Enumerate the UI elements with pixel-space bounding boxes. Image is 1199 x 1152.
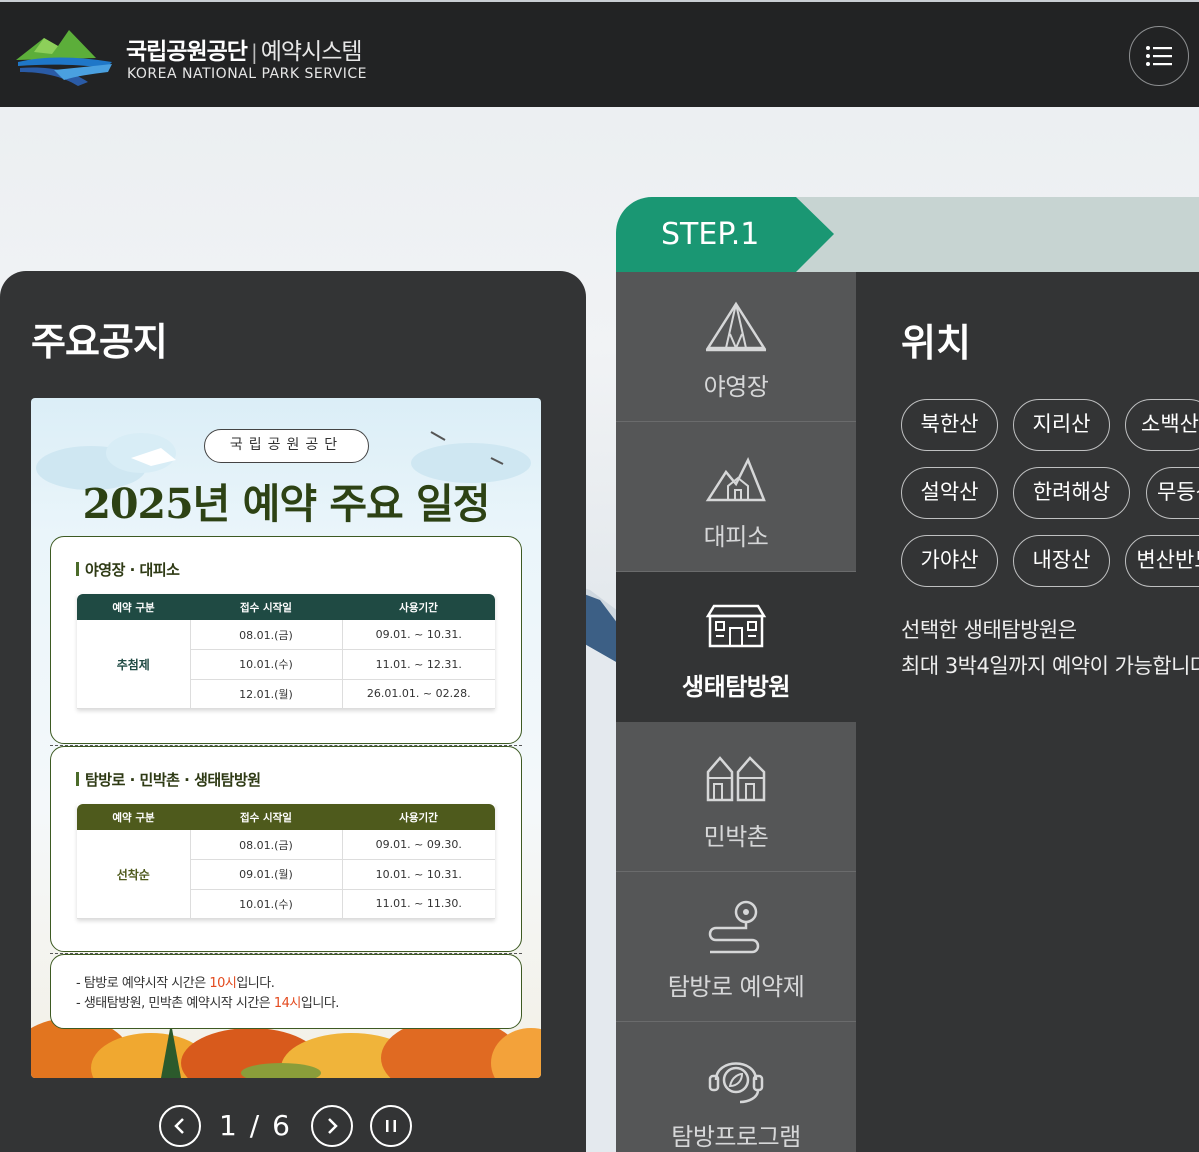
category-label: 탐방로 예약제	[667, 973, 805, 1001]
prev-button[interactable]	[159, 1105, 201, 1147]
start-date: 09.01.(월)	[189, 859, 342, 890]
houses-icon	[706, 756, 766, 802]
step-progress-bar	[796, 197, 1199, 272]
usage-period: 09.01. ~ 10.31.	[341, 620, 495, 650]
description-line: 선택한 생태탐방원은	[901, 618, 1077, 642]
table-row: 추첨제 08.01.(금) 09.01. ~ 10.31.	[77, 620, 495, 709]
schedule-table: 예약 구분 접수 시작일 사용기간 추첨제 08.01.(금) 09.01. ~…	[77, 594, 495, 709]
trail-pin-icon	[708, 900, 760, 954]
location-chip-hallyeohaesang[interactable]: 한려해상	[1013, 467, 1130, 519]
category-village-lodge[interactable]: 민박촌	[616, 722, 856, 872]
schedule-card-trail: 탐방로 · 민박촌 · 생태탐방원 예약 구분 접수 시작일 사용기간 선착순 …	[50, 746, 522, 952]
column-header: 사용기간	[342, 804, 495, 830]
org-name: 국립공원공단	[126, 39, 248, 65]
category-label: 야영장	[703, 373, 769, 401]
note-text: 입니다.	[300, 996, 340, 1011]
note-text: - 생태탐방원, 민박촌 예약시작 시간은	[76, 996, 274, 1011]
schedule-table: 예약 구분 접수 시작일 사용기간 선착순 08.01.(금) 09.01. ~…	[77, 804, 495, 919]
poster-headline: 2025년 예약 주요 일정	[82, 480, 491, 528]
note-text: 입니다.	[236, 976, 275, 991]
location-panel: 위치 북한산 지리산 소백산 설악산 한려해상 무등산 가야산 내장산 변산반도…	[856, 272, 1199, 1152]
location-chip-bukhansan[interactable]: 북한산	[901, 399, 998, 451]
site-header: 국립공원공단 | 예약시스템 KOREA NATIONAL PARK SERVICE	[0, 0, 1199, 107]
schedule-card-camping: 야영장 · 대피소 예약 구분 접수 시작일 사용기간 추첨제 08.01.(금…	[50, 536, 522, 744]
pause-icon	[386, 1120, 396, 1132]
building-icon	[705, 604, 767, 648]
note-highlight: 10시	[209, 976, 237, 991]
category-label: 민박촌	[703, 823, 769, 851]
note-highlight: 14시	[273, 996, 302, 1011]
location-chip-naejangsan[interactable]: 내장산	[1013, 535, 1110, 587]
category-campground[interactable]: 야영장	[616, 272, 856, 422]
system-name: 예약시스템	[260, 39, 363, 65]
category-shelter[interactable]: 대피소	[616, 422, 856, 572]
logo-title: 국립공원공단 | 예약시스템	[126, 32, 363, 66]
usage-period: 10.01. ~ 10.31.	[341, 859, 495, 890]
usage-period: 11.01. ~ 11.30.	[341, 889, 495, 919]
column-header: 사용기간	[342, 594, 495, 620]
location-chip-byeonsanbando[interactable]: 변산반도	[1125, 535, 1199, 587]
category-list: 야영장 대피소 생태탐방원 민박촌 탐방로 예약제 탐방프로그램	[616, 272, 856, 1152]
notice-panel: 주요공지 국립공원공단 2025년 예약 주요 일정 야영장 · 대피소 예약 …	[0, 271, 586, 1152]
start-date: 08.01.(금)	[189, 620, 342, 650]
current-page: 1	[219, 1109, 239, 1142]
national-park-logo-icon	[16, 30, 112, 86]
reservation-type: 선착순	[77, 830, 190, 919]
location-chip-gayasan[interactable]: 가야산	[901, 535, 998, 587]
usage-period: 09.01. ~ 09.30.	[341, 830, 495, 860]
pause-button[interactable]	[370, 1105, 412, 1147]
category-program[interactable]: 탐방프로그램	[616, 1022, 856, 1152]
page-separator: /	[249, 1109, 262, 1142]
step-label: STEP.1	[616, 197, 796, 272]
start-date: 12.01.(월)	[189, 679, 342, 709]
category-label: 생태탐방원	[682, 673, 790, 701]
column-header: 예약 구분	[77, 594, 190, 620]
chevron-right-icon	[328, 1118, 338, 1134]
category-label: 탐방프로그램	[671, 1123, 801, 1151]
site-logo[interactable]: 국립공원공단 | 예약시스템 KOREA NATIONAL PARK SERVICE	[14, 24, 404, 90]
column-header: 예약 구분	[77, 804, 190, 830]
table-row: 선착순 08.01.(금) 09.01. ~ 09.30.	[77, 830, 495, 919]
total-pages: 6	[272, 1109, 292, 1142]
chevron-left-icon	[174, 1118, 184, 1134]
start-date: 10.01.(수)	[189, 889, 342, 919]
hamburger-list-icon	[1146, 46, 1172, 66]
usage-period: 11.01. ~ 12.31.	[341, 649, 495, 680]
notice-note-line: - 생태탐방원, 민박촌 예약시작 시간은 14시입니다.	[76, 992, 339, 1011]
reservation-type: 추첨제	[77, 620, 190, 709]
schedule-heading: 야영장 · 대피소	[76, 559, 180, 580]
page-indicator: 1 / 6	[219, 1109, 292, 1142]
program-headset-icon	[708, 1062, 764, 1104]
description-line: 최대 3박4일까지 예약이 가능합니다.	[901, 654, 1199, 678]
notice-poster[interactable]: 국립공원공단 2025년 예약 주요 일정 야영장 · 대피소 예약 구분 접수…	[31, 398, 541, 1078]
category-label: 대피소	[703, 523, 769, 551]
logo-separator: |	[250, 40, 258, 64]
notice-notes-card: - 탐방로 예약시작 시간은 10시입니다. - 생태탐방원, 민박촌 예약시작…	[50, 954, 522, 1029]
location-chip-sobaeksan[interactable]: 소백산	[1125, 399, 1199, 451]
step-arrow-icon	[796, 197, 834, 272]
start-date: 08.01.(금)	[189, 830, 342, 860]
notice-title: 주요공지	[31, 320, 168, 364]
poster-org-badge: 국립공원공단	[204, 429, 369, 463]
column-header: 접수 시작일	[190, 804, 342, 830]
column-header: 접수 시작일	[190, 594, 342, 620]
location-title: 위치	[901, 321, 971, 365]
tent-icon	[705, 301, 767, 352]
menu-button[interactable]	[1129, 26, 1189, 86]
notice-pager: 1 / 6	[159, 1105, 419, 1147]
note-text: - 탐방로 예약시작 시간은	[76, 976, 210, 991]
category-trail-reservation[interactable]: 탐방로 예약제	[616, 872, 856, 1022]
location-chip-mudeungsan[interactable]: 무등산	[1146, 467, 1199, 519]
next-button[interactable]	[311, 1105, 353, 1147]
location-chip-seoraksan[interactable]: 설악산	[901, 467, 998, 519]
shelter-icon	[705, 456, 766, 502]
category-eco-center[interactable]: 생태탐방원	[616, 572, 856, 722]
location-chip-jirisan[interactable]: 지리산	[1013, 399, 1110, 451]
location-description: 선택한 생태탐방원은 최대 3박4일까지 예약이 가능합니다.	[901, 612, 1199, 684]
org-name-english: KOREA NATIONAL PARK SERVICE	[127, 66, 368, 82]
schedule-heading: 탐방로 · 민박촌 · 생태탐방원	[76, 769, 261, 790]
notice-note-line: - 탐방로 예약시작 시간은 10시입니다.	[76, 972, 275, 991]
start-date: 10.01.(수)	[189, 649, 342, 680]
usage-period: 26.01.01. ~ 02.28.	[341, 679, 495, 709]
